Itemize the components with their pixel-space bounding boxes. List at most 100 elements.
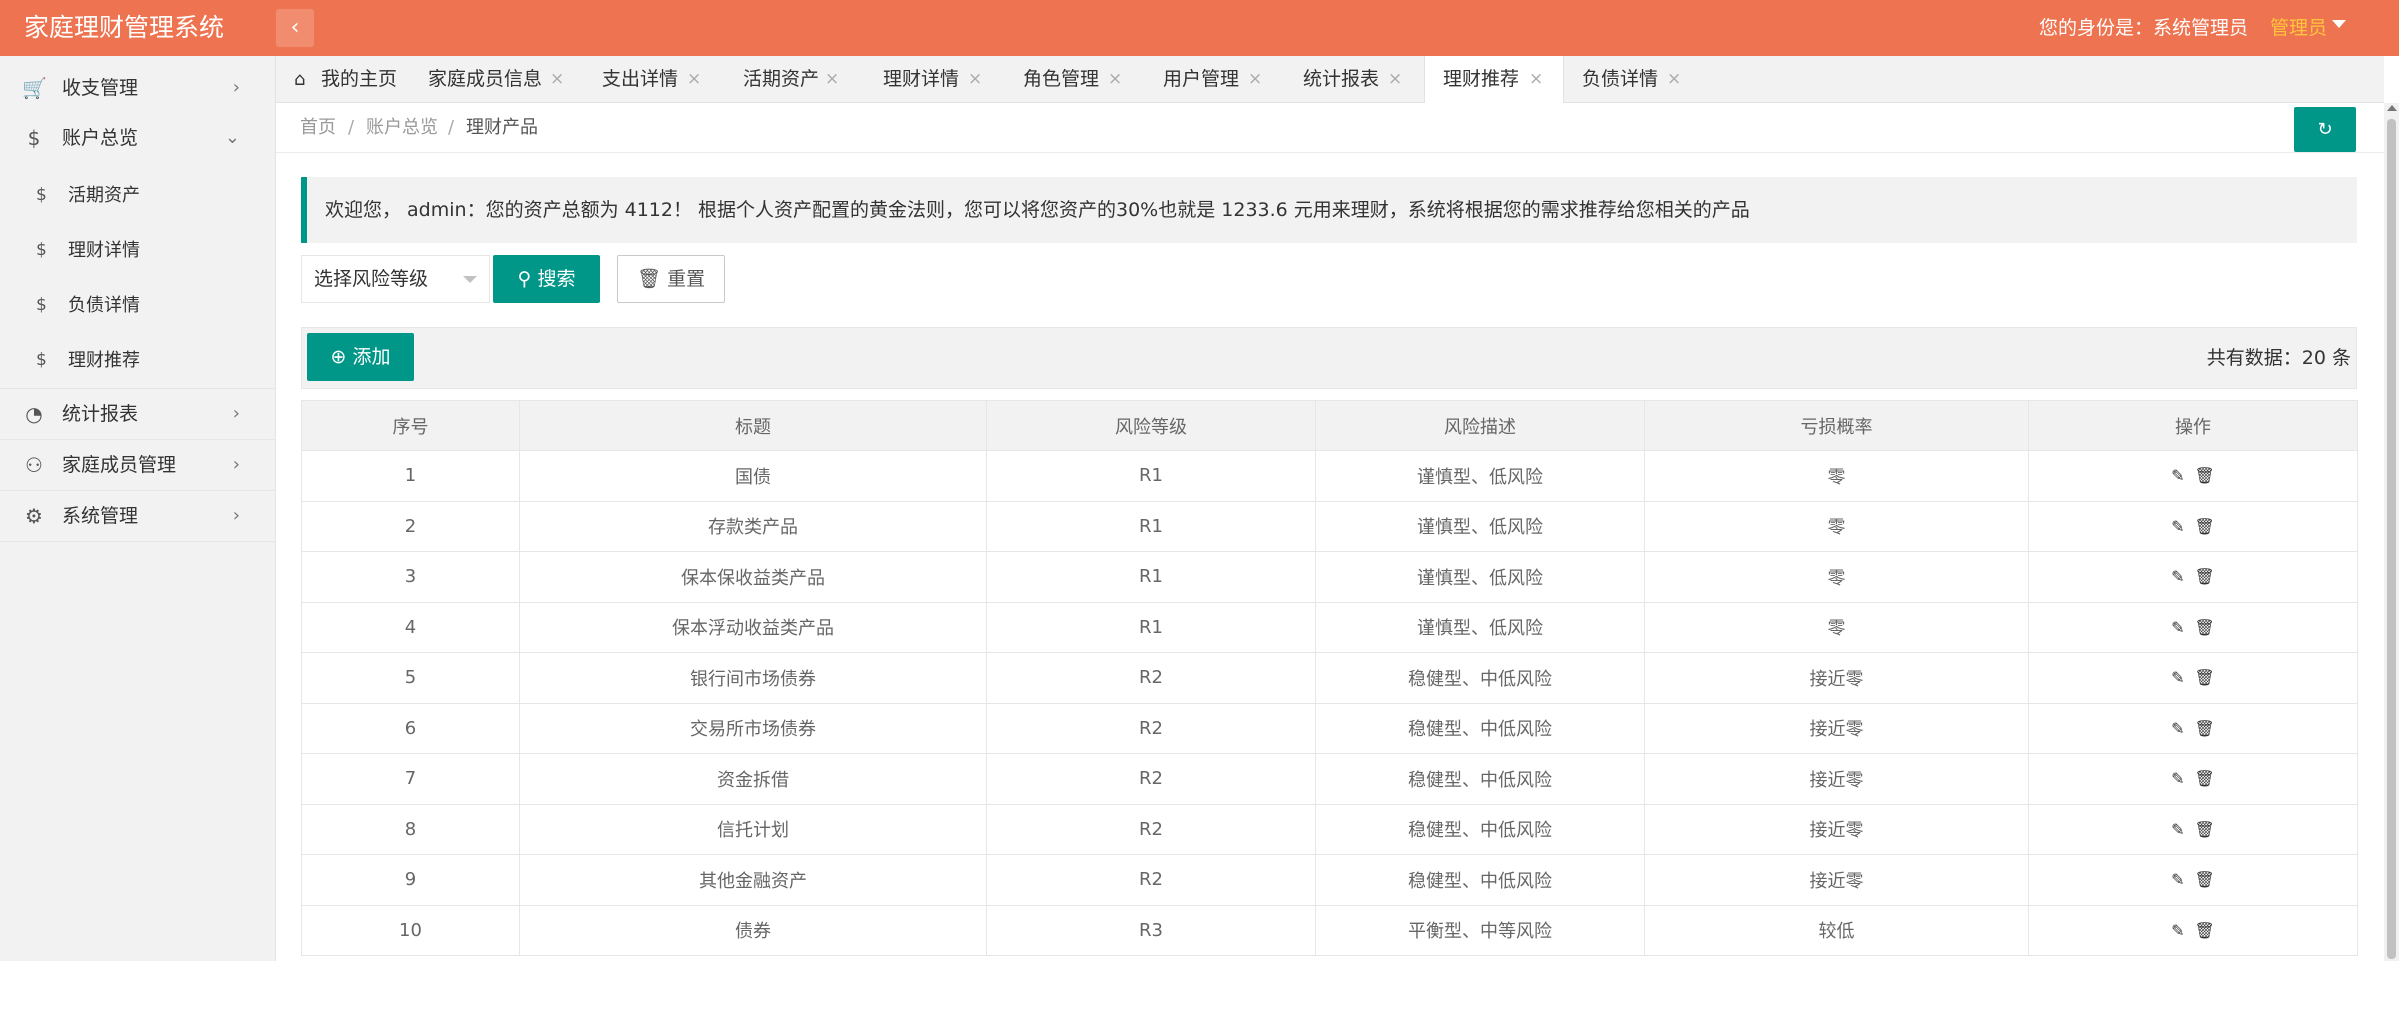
tab-label: 我的主页 (321, 68, 398, 90)
dollar-icon: $ (36, 185, 47, 205)
welcome-notice: 欢迎您， admin：您的资产总额为 4112！ 根据个人资产配置的黄金法则，您… (301, 177, 2357, 243)
sidebar-item-account-overview[interactable]: $ 账户总览 ⌄ (0, 113, 276, 163)
breadcrumb-home[interactable]: 首页 (300, 103, 336, 153)
edit-icon[interactable]: ✎ (2171, 567, 2184, 586)
trash-icon[interactable]: 🗑 (2195, 567, 2215, 586)
apps-icon: ⚙ (25, 504, 43, 528)
edit-icon[interactable]: ✎ (2171, 870, 2184, 889)
role-dropdown[interactable]: 管理员 (2270, 0, 2327, 56)
tab-label: 支出详情 (602, 68, 679, 90)
trash-icon[interactable]: 🗑 (2195, 466, 2215, 485)
sidebar-collapse-button[interactable]: ‹ (276, 9, 314, 47)
sidebar-item-debt-details[interactable]: $ 负债详情 (0, 278, 276, 333)
edit-icon[interactable]: ✎ (2171, 719, 2184, 738)
tab-role-management[interactable]: 角色管理 × (1023, 56, 1153, 103)
search-button[interactable]: ⚲ 搜索 (493, 255, 600, 303)
tab-statistics[interactable]: 统计报表 × (1303, 56, 1433, 103)
cell-title: 信托计划 (519, 803, 987, 855)
sidebar-item-income-expense[interactable]: 🛒 收支管理 › (0, 63, 276, 113)
trash-icon[interactable]: 🗑 (2195, 668, 2215, 687)
cell-risk-level: R1 (986, 551, 1316, 603)
reset-button[interactable]: 🗑 重置 (617, 255, 725, 303)
sidebar-item-family-members[interactable]: ⚇ 家庭成员管理 › (0, 440, 276, 490)
close-icon[interactable]: × (687, 56, 701, 103)
breadcrumb-separator: / (448, 117, 455, 138)
cell-index: 4 (301, 601, 520, 653)
sidebar-divider (0, 541, 276, 542)
tab-expense-details[interactable]: 支出详情 × (602, 56, 732, 103)
column-header: 操作 (2028, 400, 2358, 451)
trash-icon[interactable]: 🗑 (2195, 719, 2215, 738)
trash-icon[interactable]: 🗑 (2195, 517, 2215, 536)
cell-index: 3 (301, 551, 520, 603)
edit-icon[interactable]: ✎ (2171, 618, 2184, 637)
caret-down-icon[interactable] (2332, 20, 2346, 28)
close-icon[interactable]: × (1529, 56, 1543, 103)
dollar-icon: $ (36, 240, 47, 260)
close-icon[interactable]: × (1667, 56, 1681, 103)
dollar-icon: $ (27, 126, 41, 150)
sidebar-item-finance-details[interactable]: $ 理财详情 (0, 223, 276, 278)
chevron-right-icon: › (232, 454, 240, 475)
close-icon[interactable]: × (968, 56, 982, 103)
edit-icon[interactable]: ✎ (2171, 466, 2184, 485)
trash-icon[interactable]: 🗑 (2195, 870, 2215, 889)
search-icon: ⚲ (517, 268, 532, 290)
table-header-row: 序号 标题 风险等级 风险描述 亏损概率 操作 (301, 400, 2358, 451)
edit-icon[interactable]: ✎ (2171, 769, 2184, 788)
close-icon[interactable]: × (825, 56, 839, 103)
chevron-down-icon: ⌄ (224, 127, 240, 148)
refresh-button[interactable]: ↻ (2294, 107, 2356, 152)
scroll-thumb[interactable] (2387, 119, 2396, 959)
trash-icon[interactable]: 🗑 (2195, 618, 2215, 637)
sidebar-item-label: 理财推荐 (68, 350, 140, 371)
breadcrumb-account-overview[interactable]: 账户总览 (366, 103, 438, 153)
tab-finance-details[interactable]: 理财详情 × (883, 56, 1013, 103)
table-row: 6 交易所市场债券 R2 稳健型、中低风险 接近零 ✎ 🗑 (301, 702, 2358, 754)
sidebar-item-finance-recommend[interactable]: $ 理财推荐 (0, 333, 276, 388)
breadcrumb-current: 理财产品 (466, 117, 538, 138)
select-value: 选择风险等级 (314, 268, 429, 290)
close-icon[interactable]: × (550, 56, 564, 103)
close-icon[interactable]: × (1388, 56, 1402, 103)
edit-icon[interactable]: ✎ (2171, 668, 2184, 687)
tab-user-management[interactable]: 用户管理 × (1163, 56, 1293, 103)
trash-icon[interactable]: 🗑 (2195, 769, 2215, 788)
tab-current-assets[interactable]: 活期资产 × (743, 56, 873, 103)
scroll-up-icon[interactable] (2387, 105, 2397, 111)
sidebar-item-statistics[interactable]: ◔ 统计报表 › (0, 389, 276, 439)
table-row: 10 债券 R3 平衡型、中等风险 较低 ✎ 🗑 (301, 904, 2358, 956)
search-button-label: 搜索 (537, 268, 576, 290)
edit-icon[interactable]: ✎ (2171, 517, 2184, 536)
close-icon[interactable]: × (1108, 56, 1122, 103)
sidebar-item-system[interactable]: ⚙ 系统管理 › (0, 491, 276, 541)
tab-label: 活期资产 (743, 68, 820, 90)
vertical-scrollbar[interactable] (2384, 103, 2399, 961)
sidebar-item-current-assets[interactable]: $ 活期资产 (0, 168, 276, 223)
cell-index: 6 (301, 702, 520, 754)
table-row: 4 保本浮动收益类产品 R1 谨慎型、低风险 零 ✎ 🗑 (301, 601, 2358, 653)
sidebar: 🛒 收支管理 › $ 账户总览 ⌄ $ 活期资产 $ 理财详情 $ 负债详情 $… (0, 56, 276, 961)
cell-risk-level: R2 (986, 753, 1316, 805)
tab-finance-recommend[interactable]: 理财推荐 × (1424, 56, 1564, 104)
trash-icon[interactable]: 🗑 (2195, 921, 2215, 940)
tab-label: 用户管理 (1163, 68, 1240, 90)
cell-risk-level: R2 (986, 803, 1316, 855)
tab-home[interactable]: ⌂ 我的主页 (276, 56, 410, 103)
cell-risk-level: R2 (986, 702, 1316, 754)
add-button[interactable]: ⊕ 添加 (307, 333, 414, 381)
column-header: 风险等级 (986, 400, 1316, 451)
trash-icon[interactable]: 🗑 (2195, 820, 2215, 839)
cell-risk-desc: 平衡型、中等风险 (1315, 904, 1645, 956)
edit-icon[interactable]: ✎ (2171, 921, 2184, 940)
tab-label: 角色管理 (1023, 68, 1100, 90)
edit-icon[interactable]: ✎ (2171, 820, 2184, 839)
risk-level-select[interactable]: 选择风险等级 (301, 255, 490, 303)
tab-debt-details[interactable]: 负债详情 × (1582, 56, 1712, 103)
close-icon[interactable]: × (1248, 56, 1262, 103)
column-header: 风险描述 (1315, 400, 1645, 451)
tab-family-info[interactable]: 家庭成员信息 × (428, 56, 588, 103)
cell-risk-desc: 稳健型、中低风险 (1315, 702, 1645, 754)
tab-bar: ⌂ 我的主页 家庭成员信息 × 支出详情 × 活期资产 × 理财详情 × 角色管… (276, 56, 2384, 104)
table-row: 8 信托计划 R2 稳健型、中低风险 接近零 ✎ 🗑 (301, 803, 2358, 855)
